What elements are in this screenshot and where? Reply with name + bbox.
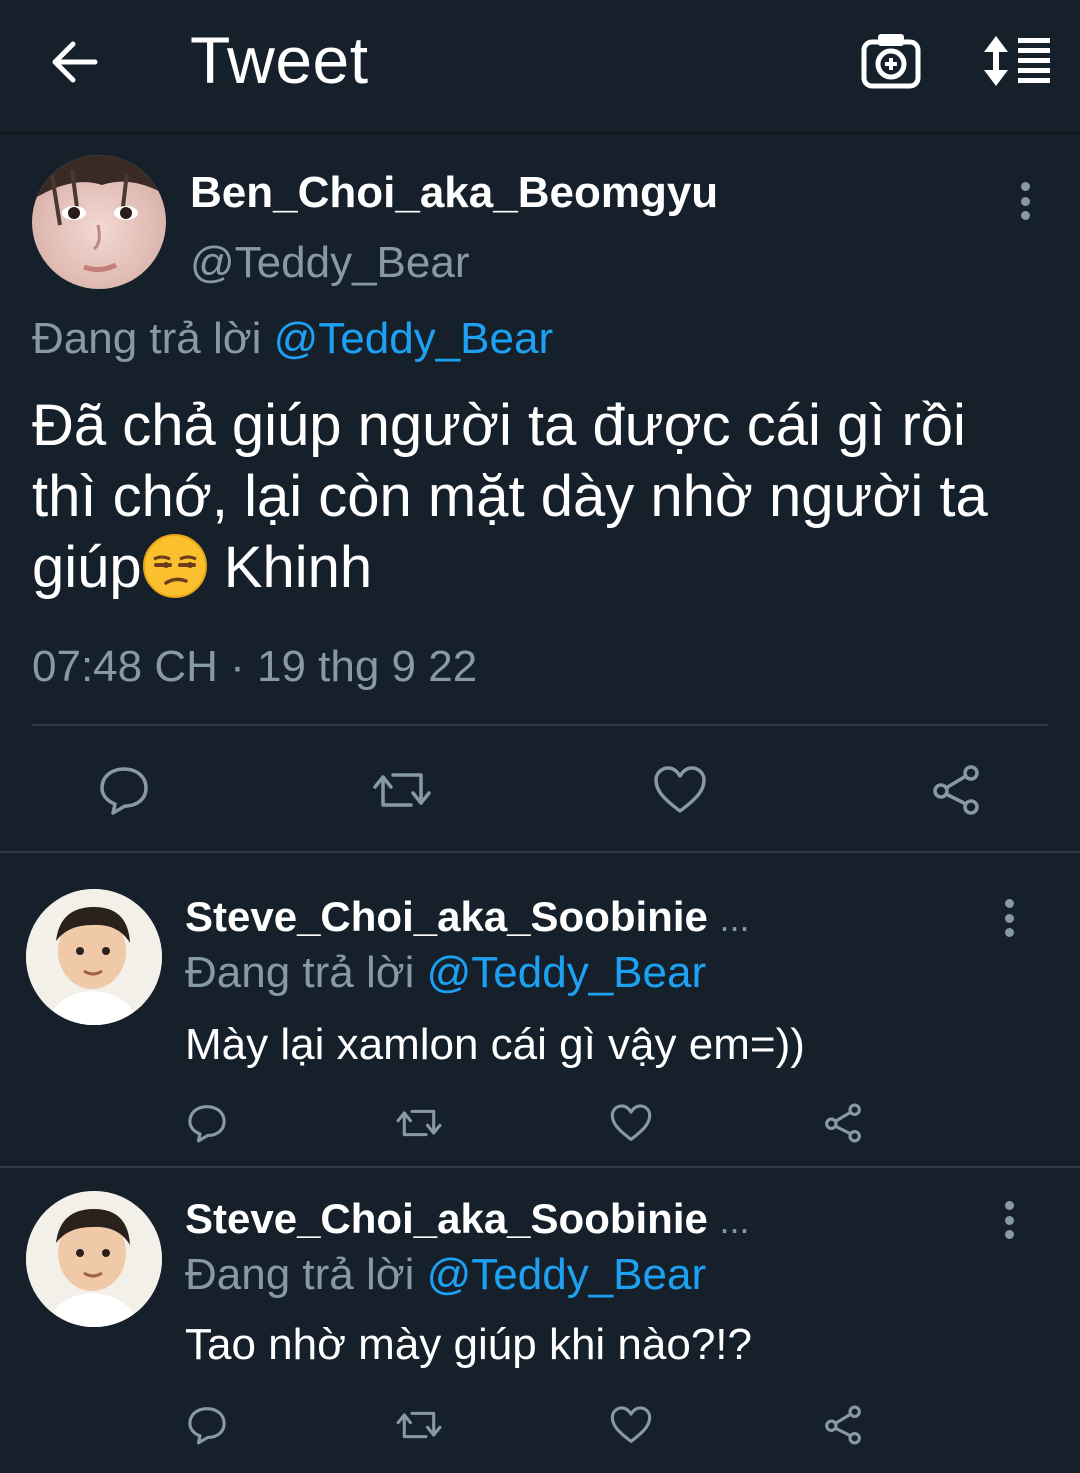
more-options-icon[interactable] xyxy=(994,1195,1024,1245)
tweet-timestamp[interactable]: 07:48 CH · 19 thg 9 22 xyxy=(32,642,477,692)
reply-text: Tao nhờ mày giúp khi nào?!? xyxy=(185,1320,752,1369)
tweet-text: Đã chả giúp người ta được cái gì rồi thì… xyxy=(32,390,1042,615)
divider xyxy=(32,724,1048,726)
divider xyxy=(0,851,1080,853)
display-name-text: Steve_Choi_aka_Soobinie xyxy=(185,1195,708,1242)
reply-icon[interactable] xyxy=(184,1100,230,1146)
more-options-icon[interactable] xyxy=(1010,176,1040,226)
reply-text: Mày lại xamlon cái gì vậy em=)) xyxy=(185,1020,805,1069)
display-name[interactable]: Steve_Choi_aka_Soobinie ... xyxy=(185,1195,750,1243)
share-icon[interactable] xyxy=(820,1402,866,1448)
replying-label: Đang trả lời xyxy=(32,314,262,363)
arrow-left-icon xyxy=(52,41,98,83)
reply-icon[interactable] xyxy=(94,760,154,820)
retweet-icon[interactable] xyxy=(370,760,434,820)
display-name-text: Steve_Choi_aka_Soobinie xyxy=(185,893,708,940)
display-name[interactable]: Ben_Choi_aka_Beomgyu xyxy=(190,168,718,218)
like-icon[interactable] xyxy=(608,1402,654,1448)
replying-to: Đang trả lời @Teddy_Bear xyxy=(185,948,706,998)
camera-button[interactable] xyxy=(858,28,924,94)
like-icon[interactable] xyxy=(650,760,710,820)
tweet-text-part2: Khinh xyxy=(207,535,373,600)
reply-icon[interactable] xyxy=(184,1402,230,1448)
sort-button[interactable] xyxy=(980,28,1054,94)
camera-add-icon xyxy=(861,34,921,89)
sort-list-icon xyxy=(984,36,1050,86)
more-options-icon[interactable] xyxy=(994,893,1024,943)
top-bar: Tweet xyxy=(0,0,1080,134)
replying-to: Đang trả lời @Teddy_Bear xyxy=(185,1250,706,1300)
replying-label: Đang trả lời xyxy=(185,1250,415,1299)
mention-link[interactable]: @Teddy_Bear xyxy=(274,314,554,363)
divider xyxy=(0,1166,1080,1168)
retweet-icon[interactable] xyxy=(394,1402,444,1448)
mention-link[interactable]: @Teddy_Bear xyxy=(427,1250,707,1299)
name-ellipsis: ... xyxy=(719,898,750,939)
unamused-face-icon xyxy=(142,533,208,615)
display-name[interactable]: Steve_Choi_aka_Soobinie ... xyxy=(185,893,750,941)
replying-to: Đang trả lời @Teddy_Bear xyxy=(32,314,553,364)
back-button[interactable] xyxy=(42,30,106,94)
avatar[interactable] xyxy=(26,889,162,1025)
replying-label: Đang trả lời xyxy=(185,948,415,997)
user-handle[interactable]: @Teddy_Bear xyxy=(190,238,470,288)
page-title: Tweet xyxy=(190,23,369,97)
name-ellipsis: ... xyxy=(719,1200,750,1241)
like-icon[interactable] xyxy=(608,1100,654,1146)
avatar[interactable] xyxy=(32,155,166,289)
avatar[interactable] xyxy=(26,1191,162,1327)
retweet-icon[interactable] xyxy=(394,1100,444,1146)
share-icon[interactable] xyxy=(926,760,986,820)
mention-link[interactable]: @Teddy_Bear xyxy=(427,948,707,997)
share-icon[interactable] xyxy=(820,1100,866,1146)
